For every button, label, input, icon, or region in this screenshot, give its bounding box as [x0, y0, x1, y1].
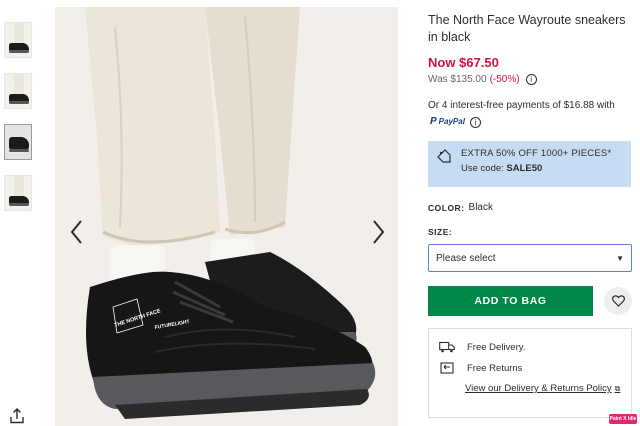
- delivery-box: Free Delivery. Free Returns View our Del…: [428, 328, 632, 418]
- colour-value: Black: [468, 202, 493, 213]
- thumbnail-1[interactable]: [4, 22, 32, 58]
- product-details-panel: The North Face Wayroute sneakers in blac…: [428, 12, 634, 418]
- discount-badge: (-50%): [489, 74, 520, 85]
- promo-code: SALE50: [506, 163, 543, 174]
- cart-actions: ADD TO BAG: [428, 286, 634, 316]
- colour-row: COLOR: Black: [428, 202, 634, 213]
- paypal-icon: P PayPal: [430, 116, 465, 127]
- truck-icon: [439, 341, 455, 353]
- chevron-down-icon: ▼: [616, 253, 624, 263]
- thumbnail-4[interactable]: [4, 175, 32, 211]
- info-icon[interactable]: i: [469, 116, 481, 128]
- promo-code-row: Use code: SALE50: [461, 163, 611, 174]
- free-delivery-text: Free Delivery.: [467, 341, 526, 353]
- original-price: Was $135.00: [428, 74, 487, 85]
- current-price: Now $67.50: [428, 55, 499, 70]
- paypal-row: P PayPal i: [428, 115, 634, 129]
- paypal-label: PayPal: [438, 117, 465, 126]
- free-returns-row: Free Returns: [439, 362, 621, 374]
- tag-icon: [437, 149, 451, 163]
- payment-info: Or 4 interest-free payments of $16.88 wi…: [428, 99, 634, 129]
- promo-headline: EXTRA 50% OFF 1000+ PIECES*: [461, 148, 612, 159]
- corner-badge: Paint X Idle: [609, 414, 637, 424]
- info-icon[interactable]: i: [525, 74, 537, 85]
- returns-icon: [440, 362, 454, 374]
- save-for-later-button[interactable]: [604, 287, 632, 315]
- installment-text: Or 4 interest-free payments of $16.88 wi…: [428, 100, 615, 111]
- colour-label: COLOR:: [428, 202, 465, 213]
- add-to-bag-button[interactable]: ADD TO BAG: [428, 286, 593, 316]
- product-title: The North Face Wayroute sneakers in blac…: [428, 13, 626, 44]
- size-label: SIZE:: [428, 227, 453, 237]
- thumbnail-strip: [4, 22, 34, 226]
- promo-code-label: Use code:: [461, 163, 504, 174]
- promo-banner: EXTRA 50% OFF 1000+ PIECES* Use code: SA…: [428, 141, 631, 187]
- delivery-policy-link[interactable]: View our Delivery & Returns Policy ⧉: [465, 383, 621, 394]
- chevron-right-icon[interactable]: [368, 218, 388, 246]
- heart-icon: [611, 295, 625, 307]
- external-link-icon: ⧉: [614, 383, 621, 393]
- product-main-image: THE NORTH FACE FUTURELIGHT: [55, 7, 398, 426]
- chevron-left-icon[interactable]: [67, 218, 87, 246]
- policy-link-text: View our Delivery & Returns Policy: [465, 383, 612, 394]
- free-delivery-row: Free Delivery.: [439, 341, 621, 353]
- free-returns-text: Free Returns: [467, 362, 523, 374]
- size-select-value: Please select: [436, 252, 496, 264]
- thumbnail-3[interactable]: [4, 124, 32, 160]
- size-select[interactable]: Please select ▼: [428, 244, 632, 272]
- thumbnail-2[interactable]: [4, 73, 32, 109]
- original-price-row: Was $135.00 (-50%) i: [428, 74, 634, 85]
- share-icon[interactable]: [8, 408, 26, 424]
